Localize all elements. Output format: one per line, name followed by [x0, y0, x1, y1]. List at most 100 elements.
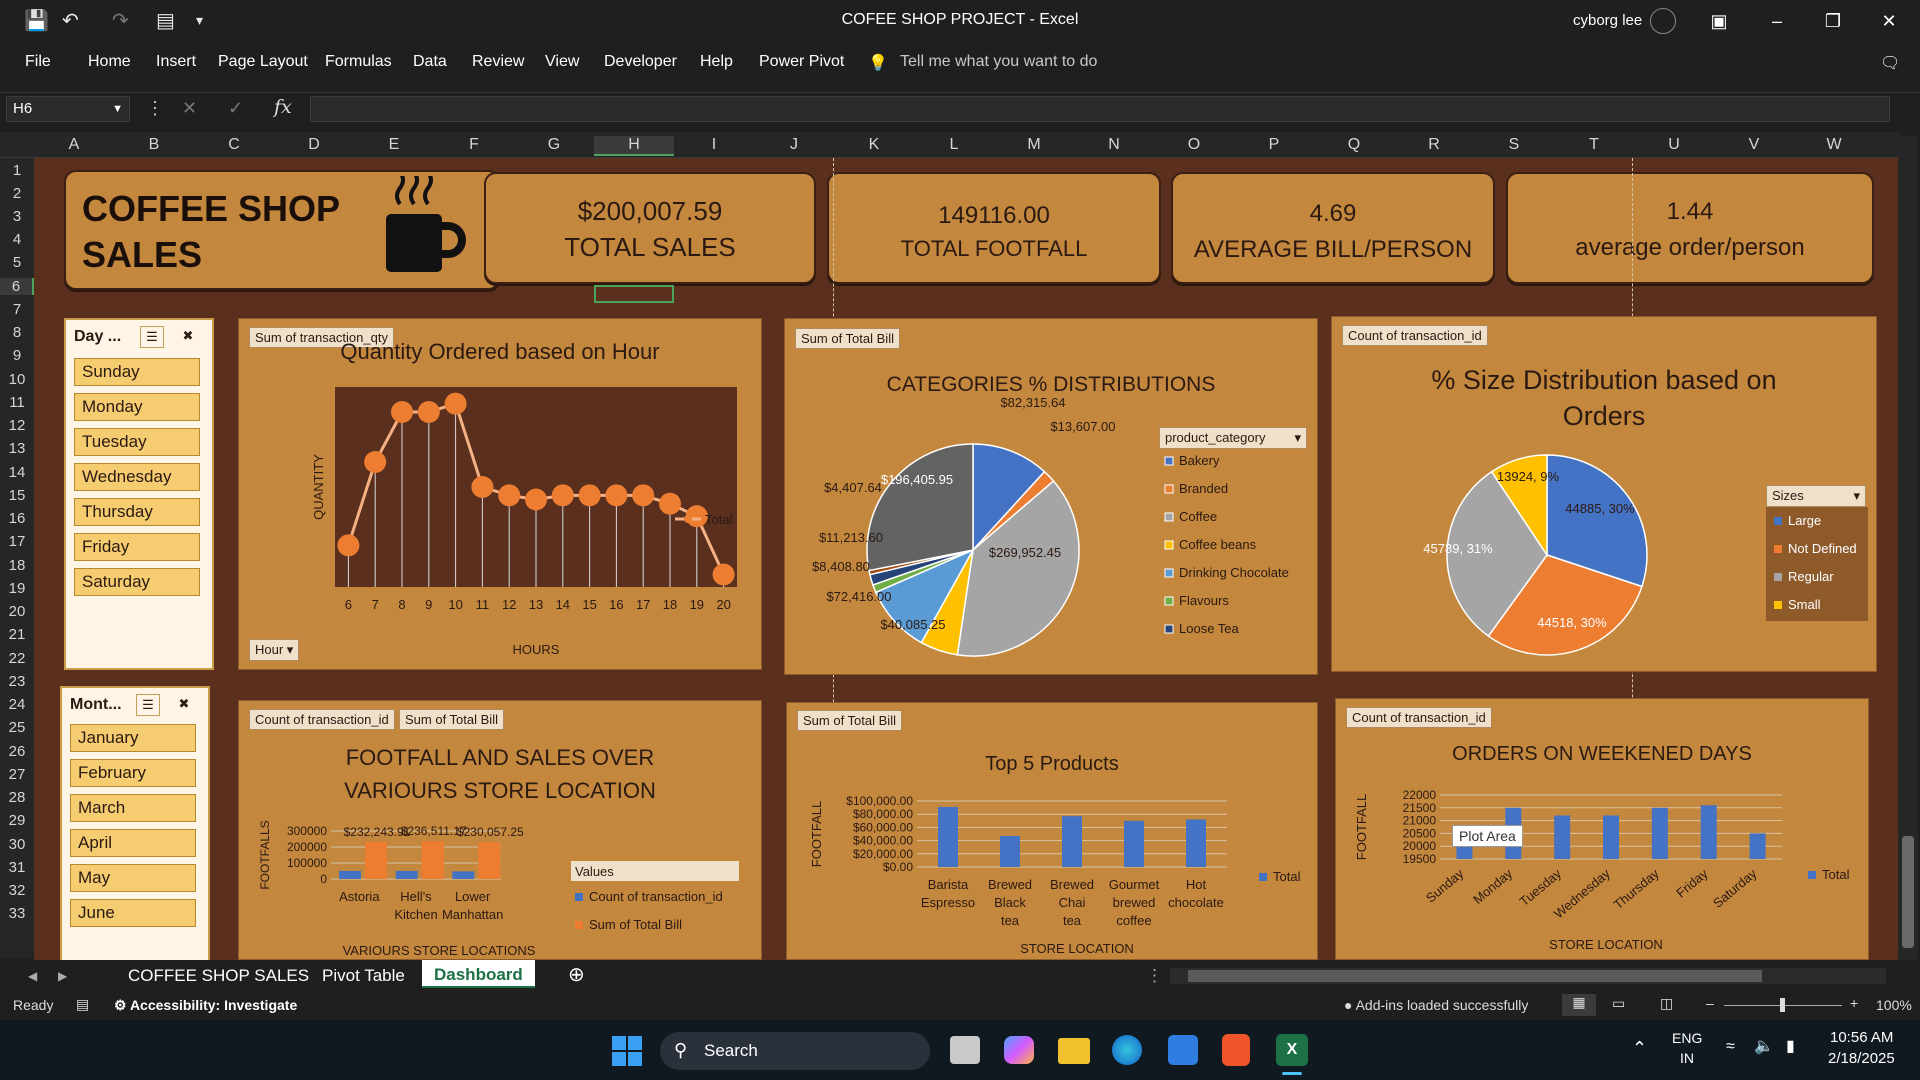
excel-icon[interactable]: X [1276, 1034, 1308, 1066]
tab-power-pivot[interactable]: Power Pivot [759, 53, 844, 71]
name-box[interactable]: H6 ▼ [6, 96, 130, 122]
file-explorer-icon[interactable] [1058, 1038, 1090, 1064]
clear-filter-icon[interactable]: ✖ [172, 694, 196, 716]
footfall-sales-chart[interactable]: Count of transaction_id Sum of Total Bil… [238, 700, 762, 960]
column-header[interactable]: F [434, 136, 514, 154]
clock-date[interactable]: 2/18/2025 [1828, 1050, 1895, 1067]
tab-insert[interactable]: Insert [156, 53, 196, 71]
more-icon[interactable]: ⋮ [1146, 966, 1163, 986]
row-header[interactable]: 3 [0, 208, 34, 225]
month-slicer[interactable]: Mont... ☰ ✖ January February March April… [60, 686, 210, 960]
tab-help[interactable]: Help [700, 53, 733, 71]
comments-icon[interactable]: 🗨 [1880, 53, 1900, 73]
sheet-tab-coffee-shop-sales[interactable]: COFFEE SHOP SALES [128, 966, 309, 986]
clock-time[interactable]: 10:56 AM [1830, 1029, 1893, 1046]
edge-icon[interactable] [1112, 1035, 1142, 1065]
redo-icon[interactable]: ↷ [112, 8, 129, 33]
weekend-orders-chart[interactable]: Count of transaction_id ORDERS ON WEEKEN… [1335, 698, 1869, 960]
top-products-chart[interactable]: Sum of Total Bill Top 5 Products $100,00… [786, 702, 1318, 960]
wifi-icon[interactable]: ≈ [1726, 1038, 1735, 1056]
day-slicer[interactable]: Day ... ☰ ✖ Sunday Monday Tuesday Wednes… [64, 318, 214, 670]
column-header[interactable]: C [194, 136, 274, 154]
column-header[interactable]: N [1074, 136, 1154, 154]
column-header[interactable]: A [34, 136, 114, 154]
next-sheet-icon[interactable]: ▶ [58, 969, 67, 983]
multi-select-icon[interactable]: ☰ [140, 326, 164, 348]
slicer-item-saturday[interactable]: Saturday [74, 568, 200, 596]
legend-filter-button[interactable]: Sizes ▾ [1766, 485, 1866, 507]
tell-me-search[interactable]: Tell me what you want to do [900, 53, 1097, 71]
row-header[interactable]: 24 [0, 696, 34, 713]
tab-view[interactable]: View [545, 53, 579, 71]
row-header[interactable]: 14 [0, 464, 34, 481]
page-layout-view-icon[interactable]: ▭ [1612, 995, 1625, 1012]
column-header[interactable]: T [1554, 136, 1634, 154]
zoom-level[interactable]: 100% [1876, 997, 1912, 1013]
new-sheet-icon[interactable]: ⊕ [568, 962, 585, 987]
row-header[interactable]: 4 [0, 231, 34, 248]
more-options-icon[interactable]: ⋮ [146, 98, 164, 119]
tab-developer[interactable]: Developer [604, 53, 677, 71]
maximize-icon[interactable]: ❐ [1810, 4, 1856, 38]
slicer-item-january[interactable]: January [70, 724, 196, 752]
tab-file[interactable]: File [25, 53, 51, 71]
macro-record-icon[interactable]: ▤ [76, 996, 89, 1013]
row-header-selected[interactable]: 6 [0, 278, 34, 295]
copilot-icon[interactable] [1004, 1036, 1034, 1064]
column-header[interactable]: K [834, 136, 914, 154]
form-icon[interactable]: ▤ [156, 8, 175, 33]
language-line2[interactable]: IN [1680, 1050, 1694, 1066]
slicer-item-tuesday[interactable]: Tuesday [74, 428, 200, 456]
slicer-item-friday[interactable]: Friday [74, 533, 200, 561]
vertical-scrollbar[interactable] [1898, 136, 1918, 960]
row-header[interactable]: 26 [0, 743, 34, 760]
customize-toolbar-icon[interactable]: ▾ [196, 12, 203, 29]
column-header[interactable]: G [514, 136, 594, 154]
row-header[interactable]: 17 [0, 533, 34, 550]
insert-function-icon[interactable]: fx [274, 96, 292, 118]
size-distribution-chart[interactable]: Count of transaction_id % Size Distribut… [1331, 316, 1877, 672]
normal-view-icon[interactable]: ▦ [1562, 994, 1596, 1016]
tab-data[interactable]: Data [413, 53, 447, 71]
row-header[interactable]: 23 [0, 673, 34, 690]
sheet-tab-dashboard[interactable]: Dashboard [422, 960, 535, 988]
column-header[interactable]: L [914, 136, 994, 154]
language-line1[interactable]: ENG [1672, 1030, 1702, 1046]
row-header[interactable]: 25 [0, 719, 34, 736]
tab-review[interactable]: Review [472, 53, 524, 71]
row-header[interactable]: 9 [0, 347, 34, 364]
zoom-out-icon[interactable]: – [1706, 995, 1714, 1011]
slicer-item-february[interactable]: February [70, 759, 196, 787]
row-header[interactable]: 11 [0, 394, 34, 411]
ribbon-display-icon[interactable]: ▣ [1696, 4, 1742, 38]
row-header[interactable]: 18 [0, 557, 34, 574]
battery-icon[interactable]: ▮ [1786, 1036, 1795, 1056]
row-header[interactable]: 16 [0, 510, 34, 527]
row-header[interactable]: 20 [0, 603, 34, 620]
row-header[interactable]: 22 [0, 650, 34, 667]
column-header[interactable]: R [1394, 136, 1474, 154]
column-header[interactable]: Q [1314, 136, 1394, 154]
horizontal-scrollbar[interactable] [1170, 968, 1886, 984]
row-header[interactable]: 29 [0, 812, 34, 829]
zoom-in-icon[interactable]: + [1850, 995, 1858, 1011]
enter-icon[interactable]: ✓ [228, 98, 243, 119]
row-header[interactable]: 15 [0, 487, 34, 504]
row-header[interactable]: 19 [0, 580, 34, 597]
slicer-item-june[interactable]: June [70, 899, 196, 927]
row-header[interactable]: 8 [0, 324, 34, 341]
avatar[interactable] [1650, 8, 1676, 34]
undo-icon[interactable]: ↶ [62, 8, 79, 33]
column-header[interactable]: E [354, 136, 434, 154]
row-header[interactable]: 33 [0, 905, 34, 922]
name-box-dropdown-icon[interactable]: ▼ [112, 103, 123, 115]
scrollbar-thumb[interactable] [1188, 970, 1762, 982]
column-header[interactable]: B [114, 136, 194, 154]
prev-sheet-icon[interactable]: ◀ [28, 969, 37, 983]
chevron-up-icon[interactable]: ⌃ [1632, 1038, 1647, 1059]
row-header[interactable]: 12 [0, 417, 34, 434]
zoom-slider-thumb[interactable] [1780, 998, 1785, 1012]
worksheet-grid[interactable]: COFFEE SHOP SALES $200,007.59 TOTAL SALE… [34, 158, 1898, 960]
row-header[interactable]: 31 [0, 859, 34, 876]
slicer-item-monday[interactable]: Monday [74, 393, 200, 421]
